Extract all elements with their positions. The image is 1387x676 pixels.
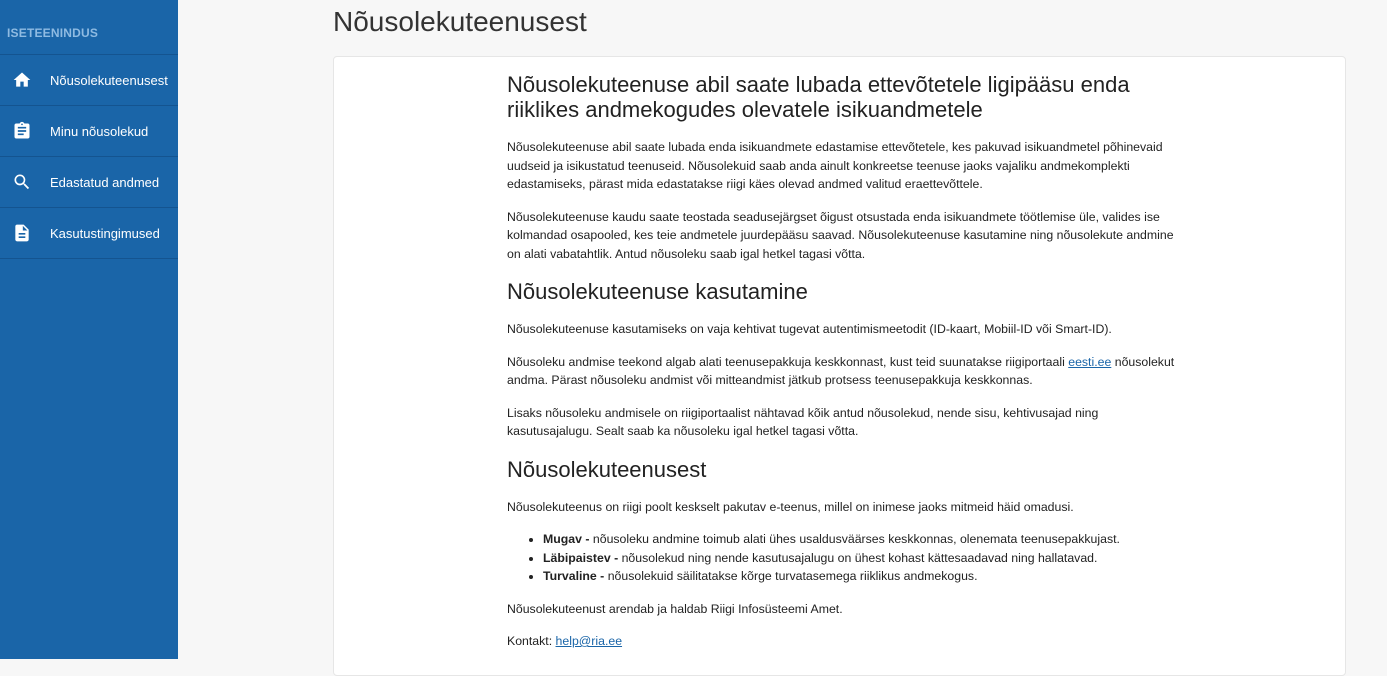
sidebar-heading: ISETEENINDUS — [0, 0, 178, 55]
sidebar-item-kasutustingimused[interactable]: Kasutustingimused — [0, 208, 178, 259]
contact-label: Kontakt: — [507, 634, 556, 648]
feature-text: nõusolekuid säilitatakse kõrge turvatase… — [604, 569, 978, 583]
journey-text-before: Nõusoleku andmise teekond algab alati te… — [507, 354, 1069, 369]
sidebar-item-nousolekuteenusest[interactable]: Nõusolekuteenusest — [0, 55, 178, 106]
developer-paragraph: Nõusolekuteenust arendab ja haldab Riigi… — [507, 601, 843, 616]
service-paragraph: Nõusolekuteenus on riigi poolt keskselt … — [507, 499, 1074, 514]
intro-paragraph: Nõusolekuteenuse abil saate lubada enda … — [507, 140, 1163, 191]
home-icon — [12, 70, 32, 90]
journey-paragraph: Nõusoleku andmise teekond algab alati te… — [507, 353, 1177, 390]
feature-term: Mugav - — [543, 532, 590, 546]
portal-paragraph: Lisaks nõusoleku andmisele on riigiporta… — [507, 405, 1099, 439]
feature-list: Mugav - nõusoleku andmine toimub alati ü… — [507, 530, 1177, 586]
document-icon — [12, 223, 32, 243]
feature-term: Turvaline - — [543, 569, 605, 583]
main-heading: Nõusolekuteenuse abil saate lubada ettev… — [507, 72, 1130, 122]
list-item: Mugav - nõusoleku andmine toimub alati ü… — [543, 530, 1177, 549]
usage-heading: Nõusolekuteenuse kasutamine — [507, 279, 808, 304]
contact-paragraph: Kontakt: help@ria.ee — [507, 632, 1177, 651]
search-icon — [12, 172, 32, 192]
list-item: Läbipaistev - nõusolekud ning nende kasu… — [543, 549, 1177, 568]
feature-term: Läbipaistev - — [543, 550, 619, 565]
sidebar-item-label: Edastatud andmed — [50, 174, 160, 190]
sidebar-item-label: Minu nõusolekud — [50, 123, 149, 139]
sidebar-item-label: Kasutustingimused — [50, 225, 160, 241]
feature-text: nõusolekud ning nende kasutusajalugu on … — [618, 550, 1098, 565]
content-body: Nõusolekuteenuse abil saate lubada ettev… — [507, 57, 1177, 651]
about-heading: Nõusolekuteenusest — [507, 456, 707, 482]
eesti-ee-link[interactable]: eesti.ee — [1068, 355, 1111, 369]
sidebar-item-minu-nousolekud[interactable]: Minu nõusolekud — [0, 106, 178, 157]
sidebar-item-edastatud-andmed[interactable]: Edastatud andmed — [0, 157, 178, 208]
content-card: Nõusolekuteenuse abil saate lubada ettev… — [333, 56, 1346, 676]
rights-paragraph: Nõusolekuteenuse kaudu saate teostada se… — [507, 209, 1174, 261]
feature-text: nõusoleku andmine toimub alati ühes usal… — [589, 532, 1120, 546]
auth-paragraph: Nõusolekuteenuse kasutamiseks on vaja ke… — [507, 322, 1112, 336]
clipboard-icon — [12, 121, 32, 141]
sidebar-item-label: Nõusolekuteenusest — [50, 72, 168, 88]
page-title: Nõusolekuteenusest — [333, 6, 587, 37]
list-item: Turvaline - nõusolekuid säilitatakse kõr… — [543, 567, 1177, 586]
contact-email-link[interactable]: help@ria.ee — [556, 634, 623, 648]
sidebar: ISETEENINDUS Nõusolekuteenusest Minu nõu… — [0, 0, 178, 659]
